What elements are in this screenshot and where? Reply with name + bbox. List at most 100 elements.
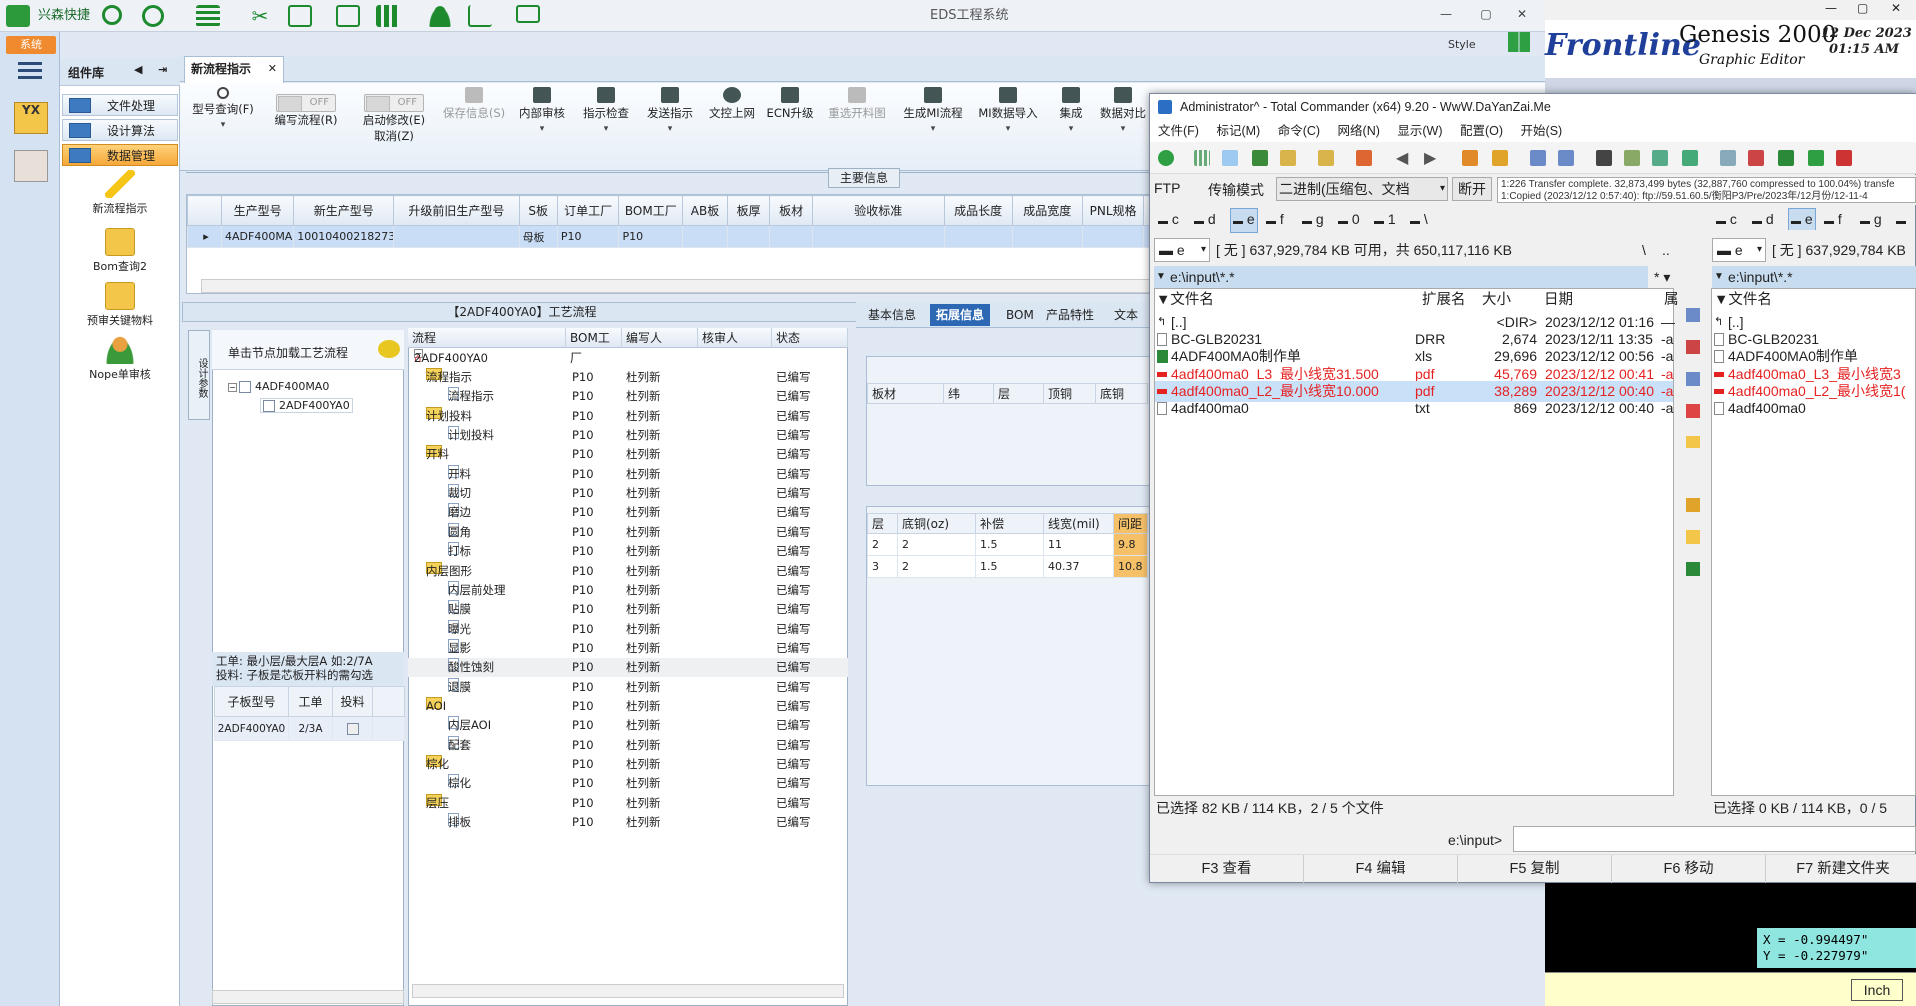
user-icon[interactable]: [428, 5, 452, 27]
grid-col-header[interactable]: AB板: [682, 195, 728, 226]
col-name[interactable]: ▼文件名: [1156, 289, 1214, 311]
flow-row[interactable]: 打标 P10 杜列新 已编写: [408, 542, 848, 561]
flow-row[interactable]: 棕化 P10 杜列新 已编写: [408, 774, 848, 793]
flow-row[interactable]: 开料 P10 杜列新 已编写: [408, 464, 848, 484]
tree-hscrollbar[interactable]: [212, 990, 404, 1004]
flow-row[interactable]: −开料P10杜列新已编写: [408, 445, 848, 464]
drive-button-3[interactable]: ▬ f: [1824, 208, 1842, 230]
f7-mkdir-button[interactable]: F7 新建文件夹: [1766, 855, 1916, 883]
grid-col-header[interactable]: 板厚: [726, 195, 771, 226]
notepad-icon[interactable]: [1720, 150, 1736, 166]
grid-hscrollbar[interactable]: [201, 279, 1161, 293]
minimize-button[interactable]: —: [1825, 1, 1837, 15]
menu-design-algorithm[interactable]: 设计算法: [62, 119, 178, 141]
menu-config[interactable]: 配置(O): [1460, 124, 1503, 138]
root-button[interactable]: \: [1642, 233, 1646, 267]
pack-icon[interactable]: [1462, 150, 1478, 166]
up-button[interactable]: ..: [1662, 233, 1670, 267]
grid-col-header[interactable]: 升级前旧生产型号: [393, 195, 520, 226]
drive-button-7[interactable]: ▬ \: [1410, 208, 1428, 233]
table-icon[interactable]: [196, 5, 220, 27]
grid-icon[interactable]: [376, 5, 400, 27]
f6-move-button[interactable]: F6 移动: [1612, 855, 1766, 883]
flow-root-row[interactable]: − ⌂ 2ADF400YA0: [408, 349, 848, 368]
grid-col-header[interactable]: S板: [518, 195, 558, 226]
ribbon-integrate[interactable]: 集成 ▾: [1046, 83, 1096, 137]
grid-col-header[interactable]: 成品长度: [943, 195, 1013, 226]
area-chart-icon[interactable]: [468, 5, 492, 27]
grid-col-header[interactable]: 板材: [769, 195, 813, 226]
grid-col-header[interactable]: 新生产型号: [293, 195, 395, 226]
find-icon[interactable]: [1686, 308, 1700, 322]
tab-basic-info[interactable]: 基本信息: [862, 304, 922, 326]
minimize-button[interactable]: —: [1436, 6, 1456, 22]
brief-view-icon[interactable]: [1194, 150, 1210, 166]
drive-button-2[interactable]: ▬ e: [1230, 208, 1258, 233]
drive-button-4[interactable]: ▬ g: [1302, 208, 1324, 233]
flow-row[interactable]: 裁切 P10 杜列新 已编写: [408, 484, 848, 503]
flow-row[interactable]: 显影 P10 杜列新 已编写: [408, 638, 848, 658]
drive-button-4[interactable]: ▬ g: [1860, 208, 1882, 230]
table-row[interactable]: 2ADF400YA0 2/3A: [214, 716, 405, 741]
command-input[interactable]: [1513, 826, 1916, 852]
gift-icon[interactable]: [1686, 498, 1700, 512]
film-icon[interactable]: [288, 5, 312, 27]
f5-copy-button[interactable]: F5 复制: [1458, 855, 1612, 883]
drive-select-left[interactable]: ▬ e ▾: [1154, 238, 1210, 262]
col-date[interactable]: 日期: [1544, 289, 1573, 311]
ftp-log[interactable]: 1:226 Transfer complete. 32,873,499 byte…: [1497, 177, 1916, 203]
drive-button-1[interactable]: ▬ d: [1194, 208, 1216, 233]
pin-icon[interactable]: ⇥: [158, 63, 167, 76]
tab-text[interactable]: 文本: [1108, 304, 1144, 326]
flow-row[interactable]: 退膜 P10 杜列新 已编写: [408, 677, 848, 697]
grid-col-header[interactable]: 订单工厂: [556, 195, 620, 226]
menu-data-management[interactable]: 数据管理: [62, 144, 178, 166]
ribbon-write-flow[interactable]: OFF 编写流程(R): [268, 83, 344, 128]
close-button[interactable]: ✕: [1891, 1, 1901, 15]
grid-col-header[interactable]: BOM工厂: [618, 195, 684, 226]
collapse-icon[interactable]: ◀: [134, 63, 142, 76]
refresh-icon[interactable]: [1158, 150, 1174, 166]
copy-icon[interactable]: [1686, 372, 1700, 386]
flow-row[interactable]: 内层前处理 P10 杜列新 已编写: [408, 580, 848, 600]
flow-row[interactable]: 排板 P10 杜列新 已编写: [408, 813, 848, 832]
table-row[interactable]: 2 2 1.5 11 9.8: [867, 533, 1148, 556]
tree-node-child[interactable]: 2ADF400YA0: [260, 398, 353, 413]
grid-col-header[interactable]: 生产型号: [220, 195, 295, 226]
style-label[interactable]: Style: [1448, 38, 1476, 51]
flow-row[interactable]: 内层AOI P10 杜列新 已编写: [408, 716, 848, 735]
sync-icon[interactable]: [1318, 150, 1334, 166]
calculator-icon[interactable]: [14, 150, 48, 182]
flow-row[interactable]: 圆角 P10 杜列新 已编写: [408, 522, 848, 542]
tool-key-materials[interactable]: 预审关键物料: [62, 282, 178, 328]
grid-col-header[interactable]: 验收标准: [811, 195, 945, 226]
quick-access-label[interactable]: 兴森快捷: [38, 4, 90, 28]
filter-star[interactable]: * ▾: [1654, 266, 1670, 288]
binoculars-icon[interactable]: [1596, 150, 1612, 166]
path-left[interactable]: ▼ e:\input\*.*: [1154, 266, 1648, 288]
tool-new-process[interactable]: 新流程指示: [62, 170, 178, 216]
chart-icon[interactable]: [1748, 150, 1764, 166]
col-name-right[interactable]: ▼文件名: [1714, 289, 1772, 311]
maximize-button[interactable]: ▢: [1476, 6, 1496, 22]
ribbon-doc-online[interactable]: 文控上网: [702, 83, 762, 121]
flow-row[interactable]: −AOIP10杜列新已编写: [408, 696, 848, 716]
scissors-icon[interactable]: ✂: [248, 5, 272, 27]
menu-net[interactable]: 网络(N): [1338, 124, 1380, 138]
ribbon-generate-mi[interactable]: 生成MI流程 ▾: [896, 83, 970, 137]
tree-node-root[interactable]: −4ADF400MA0: [228, 380, 329, 393]
network-icon[interactable]: [1652, 150, 1668, 166]
f3-view-button[interactable]: F3 查看: [1150, 855, 1304, 883]
compare-icon[interactable]: [1682, 150, 1698, 166]
search-icon[interactable]: [102, 5, 122, 25]
excel-icon[interactable]: [1686, 562, 1700, 576]
grid-col-header[interactable]: 成品宽度: [1011, 195, 1083, 226]
ribbon-start-edit[interactable]: OFF 启动修改(E) 取消(Z): [356, 83, 432, 144]
edit-icon[interactable]: [1686, 340, 1700, 354]
flow-row[interactable]: 配套 P10 杜列新 已编写: [408, 735, 848, 755]
thumbnail-icon[interactable]: [1252, 150, 1268, 166]
tab-close-icon[interactable]: ✕: [268, 57, 277, 81]
toggle-start-edit[interactable]: OFF: [364, 94, 424, 112]
drive-button-0[interactable]: ▬ c: [1716, 208, 1737, 230]
drive-select-right[interactable]: ▬ e ▾: [1712, 238, 1766, 262]
